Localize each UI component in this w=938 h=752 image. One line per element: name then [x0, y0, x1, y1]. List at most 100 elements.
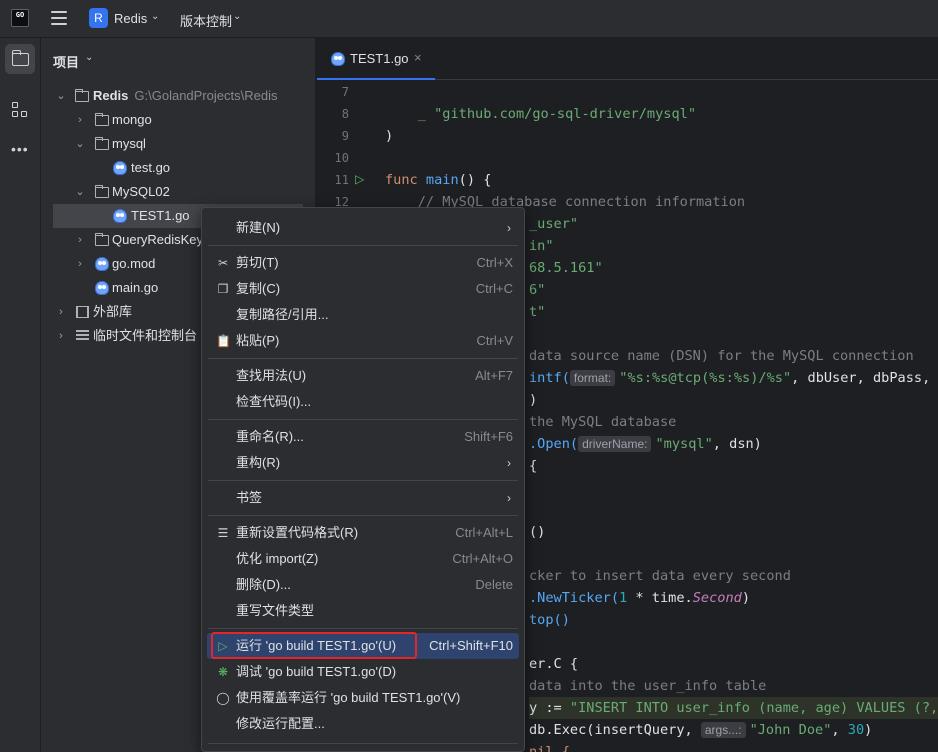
tree-item-label: test.go: [131, 160, 171, 175]
coverage-icon: ◯: [216, 691, 230, 705]
menu-separator: [208, 419, 518, 420]
root-name: Redis: [93, 88, 129, 103]
chevron-down-icon[interactable]: ⌄: [74, 180, 86, 204]
project-badge[interactable]: R: [89, 8, 108, 28]
code-line: top(): [529, 612, 570, 628]
menu-item-refactor[interactable]: 重构(R) ›: [207, 450, 519, 476]
menu-item-reformat-code[interactable]: ☰ 重新设置代码格式(R) Ctrl+Alt+L: [207, 520, 519, 546]
project-tool-button[interactable]: [5, 44, 35, 74]
run-gutter-icon[interactable]: ▷: [355, 172, 364, 186]
tree-item-label: MySQL02: [112, 184, 170, 199]
chevron-down-icon[interactable]: ⌄: [74, 132, 86, 156]
copy-icon: ❐: [217, 282, 229, 296]
context-menu: 新建(N) › ✂ 剪切(T) Ctrl+X ❐ 复制(C) Ctrl+C 复制路径/引用…: [201, 207, 525, 752]
menu-item-optimize-imports[interactable]: 优化 import(Z) Ctrl+Alt+O: [207, 546, 519, 572]
code-line: .NewTicker(1 * time.Second): [529, 590, 750, 606]
menu-item-run-with-coverage[interactable]: ◯ 使用覆盖率运行 'go build TEST1.go'(V): [207, 685, 519, 711]
menu-separator: [208, 358, 518, 359]
menu-separator: [208, 743, 518, 744]
menu-item-modify-run-config[interactable]: 修改运行配置...: [207, 711, 519, 737]
chevron-right-icon[interactable]: ›: [55, 300, 67, 324]
menu-item-cut[interactable]: ✂ 剪切(T) Ctrl+X: [207, 250, 519, 276]
tree-item-test-go[interactable]: test.go: [41, 156, 316, 180]
menu-item-paste[interactable]: 📋 粘贴(P) Ctrl+V: [207, 328, 519, 354]
code-line: nil {: [529, 744, 570, 752]
tree-item-mongo[interactable]: › mongo: [41, 108, 316, 132]
code-line: 6": [529, 282, 546, 298]
menu-item-find-usages[interactable]: 查找用法(U) Alt+F7: [207, 363, 519, 389]
tree-item-label: TEST1.go: [131, 208, 190, 223]
root-path: G:\GolandProjects\Redis: [134, 88, 278, 103]
code-line: _ "github.com/go-sql-driver/mysql": [417, 106, 697, 122]
tree-item-mysql02[interactable]: ⌄ MySQL02: [41, 180, 316, 204]
menu-item-delete[interactable]: 删除(D)... Delete: [207, 572, 519, 598]
gomod-icon: [95, 257, 109, 271]
tree-item-label: mongo: [112, 112, 152, 127]
chevron-right-icon[interactable]: ›: [74, 228, 86, 252]
line-number: 8: [341, 107, 349, 121]
reformat-icon: ☰: [217, 526, 229, 540]
more-icon: •••: [11, 141, 29, 157]
code-comment: data source name (DSN) for the MySQL con…: [529, 348, 914, 364]
chevron-right-icon: ›: [507, 456, 511, 470]
chevron-right-icon[interactable]: ›: [55, 324, 67, 348]
menu-item-debug[interactable]: ❋ 调试 'go build TEST1.go'(D): [207, 659, 519, 685]
menu-item-bookmarks[interactable]: 书签 ›: [207, 485, 519, 511]
chevron-down-icon[interactable]: ⌄: [233, 11, 241, 22]
menu-item-copy-path[interactable]: 复制路径/引用...: [207, 302, 519, 328]
tree-root[interactable]: ⌄ Redis G:\GolandProjects\Redis: [41, 84, 316, 108]
tree-item-label: mysql: [112, 136, 146, 151]
code-line: ): [529, 392, 538, 408]
menu-item-copy[interactable]: ❐ 复制(C) Ctrl+C: [207, 276, 519, 302]
more-tools-button[interactable]: •••: [5, 134, 35, 164]
tab-test1-go[interactable]: TEST1.go ×: [317, 38, 435, 80]
code-line: er.C {: [529, 656, 579, 672]
vcs-menu[interactable]: 版本控制: [180, 11, 232, 30]
folder-icon: [94, 233, 109, 246]
chevron-right-icon: ›: [507, 491, 511, 505]
tool-window-strip: •••: [0, 38, 41, 752]
gopher-icon: [113, 161, 127, 175]
code-line: .Open(driverName: "mysql", dsn): [529, 436, 762, 452]
main-menu-icon[interactable]: [51, 11, 67, 25]
tree-item-label: 临时文件和控制台: [93, 328, 198, 343]
tree-item-mysql[interactable]: ⌄ mysql: [41, 132, 316, 156]
code-line: ): [385, 128, 394, 144]
tree-item-label: 外部库: [93, 304, 133, 319]
line-number: 7: [341, 85, 349, 99]
gopher-icon: [95, 281, 109, 295]
menu-separator: [208, 515, 518, 516]
menu-separator: [208, 245, 518, 246]
chevron-right-icon[interactable]: ›: [74, 108, 86, 132]
project-switcher[interactable]: Redis: [114, 11, 147, 26]
close-icon[interactable]: ×: [414, 50, 422, 65]
chevron-right-icon: ›: [507, 221, 511, 235]
folder-icon: [94, 113, 109, 126]
structure-icon: [12, 102, 28, 118]
structure-tool-button[interactable]: [5, 95, 35, 125]
chevron-right-icon[interactable]: ›: [74, 252, 86, 276]
library-icon: [76, 306, 89, 318]
tree-item-label: main.go: [112, 280, 159, 295]
menu-item-override-file-type[interactable]: 重写文件类型: [207, 598, 519, 624]
chevron-down-icon[interactable]: ⌄: [55, 84, 67, 108]
line-number: 9: [341, 129, 349, 143]
editor-tab-bar: TEST1.go ×: [317, 38, 938, 80]
code-line: _user": [529, 216, 579, 232]
folder-icon: [74, 89, 89, 102]
menu-item-rename[interactable]: 重命名(R)... Shift+F6: [207, 424, 519, 450]
gopher-icon: [113, 209, 127, 223]
goland-logo: GO: [11, 9, 29, 27]
menu-item-new[interactable]: 新建(N) ›: [207, 215, 519, 241]
code-line: 68.5.161": [529, 260, 603, 276]
tree-item-label: QueryRedisKey: [112, 232, 204, 247]
menu-item-inspect-code[interactable]: 检查代码(I)...: [207, 389, 519, 415]
chevron-down-icon[interactable]: ⌄: [151, 11, 159, 22]
panel-title[interactable]: 项目: [53, 52, 79, 71]
chevron-down-icon[interactable]: ⌄: [85, 52, 93, 63]
code-line: y := "INSERT INTO user_info (name, age) …: [529, 697, 938, 719]
code-line: intf(format: "%s:%s@tcp(%s:%s)/%s", dbUse…: [529, 370, 931, 386]
folder-icon: [11, 50, 29, 66]
paste-icon: 📋: [216, 334, 231, 348]
param-hint: format:: [569, 370, 616, 386]
